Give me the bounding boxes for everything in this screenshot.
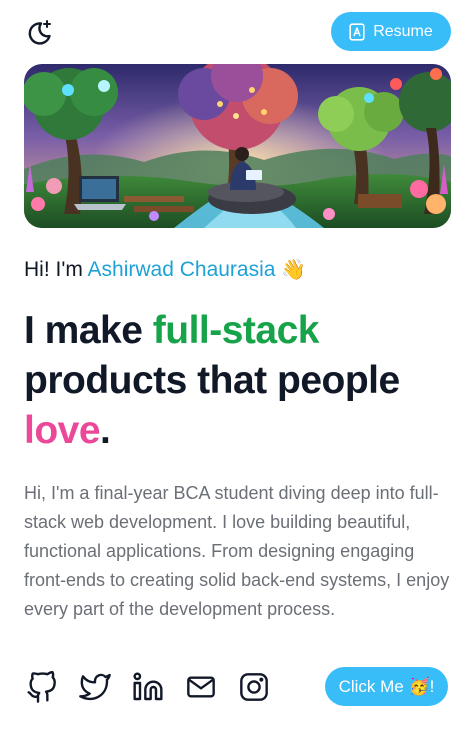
github-link[interactable] bbox=[24, 669, 60, 705]
social-links bbox=[24, 668, 272, 706]
mail-link[interactable] bbox=[183, 669, 219, 705]
resume-label: Resume bbox=[373, 22, 433, 40]
twitter-icon bbox=[79, 673, 111, 701]
portfolio-page: Resume Hi! I'm Ashirwad Chaurasia 👋 I ma… bbox=[0, 0, 474, 739]
twitter-link[interactable] bbox=[77, 669, 113, 705]
headline-highlight: full-stack bbox=[152, 309, 320, 352]
bio-paragraph: Hi, I'm a final-year BCA student diving … bbox=[24, 483, 450, 619]
headline: I make full-stack products that people l… bbox=[24, 306, 464, 456]
instagram-icon bbox=[240, 673, 268, 701]
instagram-link[interactable] bbox=[236, 669, 272, 705]
headline-accent: love bbox=[24, 409, 101, 452]
theme-toggle-button[interactable] bbox=[22, 16, 56, 50]
linkedin-link[interactable] bbox=[130, 669, 166, 705]
waving-hand-icon: 👋 bbox=[281, 259, 307, 281]
hero-illustration bbox=[24, 64, 451, 228]
headline-part1: I make bbox=[24, 309, 153, 352]
document-icon bbox=[349, 22, 365, 41]
github-icon bbox=[27, 671, 56, 703]
linkedin-icon bbox=[133, 672, 163, 701]
mail-icon bbox=[187, 676, 215, 698]
headline-part2: products that people bbox=[24, 359, 400, 402]
resume-button[interactable]: Resume bbox=[331, 12, 451, 51]
moon-sparkle-icon bbox=[28, 20, 51, 45]
headline-end: . bbox=[100, 409, 111, 452]
click-me-button[interactable]: Click Me 🥳! bbox=[325, 667, 448, 706]
greeting: Hi! I'm Ashirwad Chaurasia 👋 bbox=[24, 257, 306, 282]
greeting-prefix: Hi! I'm bbox=[24, 258, 88, 281]
greeting-name: Ashirwad Chaurasia bbox=[87, 258, 276, 281]
